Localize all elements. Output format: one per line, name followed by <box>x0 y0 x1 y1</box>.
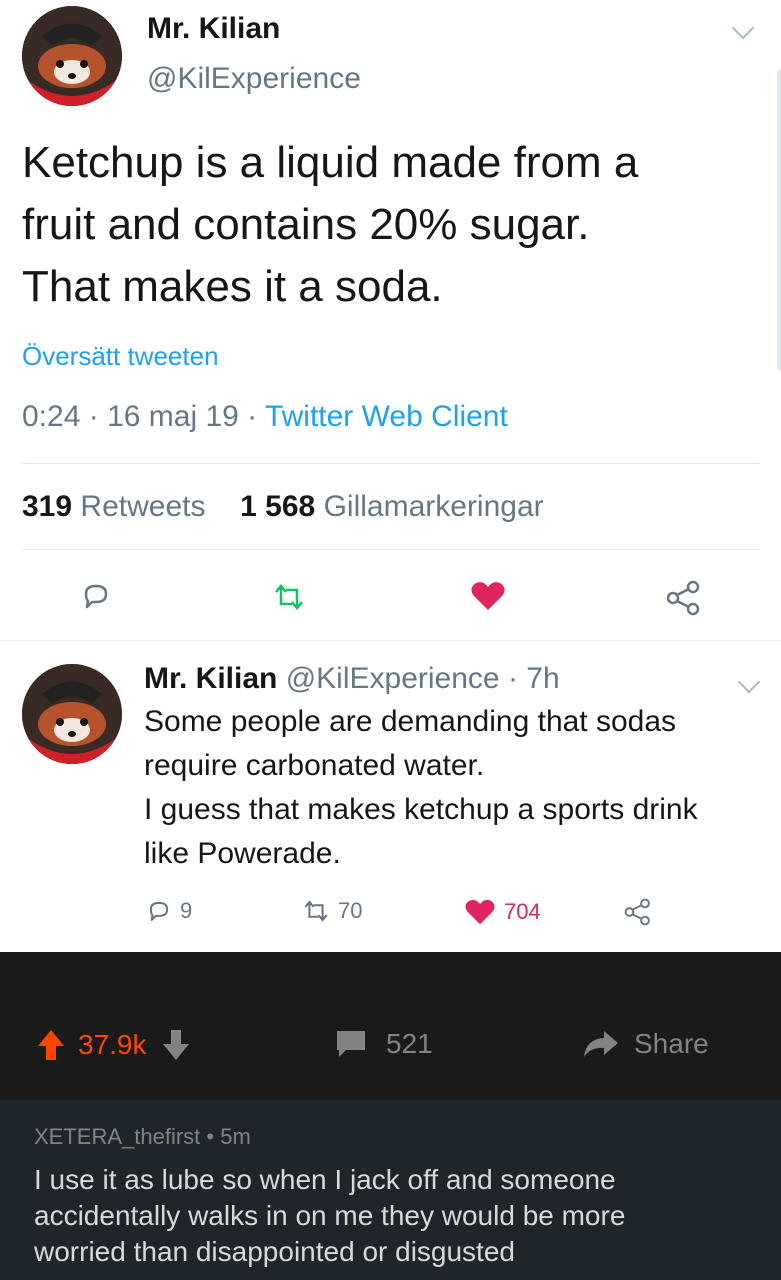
separator: · <box>247 400 265 433</box>
retweet-label[interactable]: Retweets <box>80 490 205 523</box>
reply-reply-button[interactable]: 9 <box>146 898 192 924</box>
divider <box>22 463 760 464</box>
tweet-client[interactable]: Twitter Web Client <box>265 400 508 433</box>
retweet-count[interactable]: 319 <box>22 490 72 523</box>
comments-button[interactable]: 521 <box>334 1028 433 1060</box>
reply-text-line: I guess that makes ketchup a sports drin… <box>144 793 698 826</box>
comment-count: 521 <box>386 1028 433 1059</box>
reply-age: · 7h <box>507 662 560 695</box>
share-button[interactable]: Share <box>582 1028 709 1060</box>
retweet-count: 70 <box>338 898 363 923</box>
tweet-text: Ketchup is a liquid made from a fruit an… <box>22 132 762 318</box>
comment-icon <box>337 1031 365 1057</box>
red-panda-avatar-icon <box>22 664 122 764</box>
comment-username[interactable]: XETERA_thefirst <box>34 1124 200 1149</box>
vote-control: 37.9k <box>36 1028 191 1062</box>
reply-text-line: require carbonated water. <box>144 749 485 782</box>
comment-age: 5m <box>220 1124 251 1149</box>
reply-text: Some people are demanding that sodas req… <box>144 700 774 876</box>
divider <box>22 549 760 550</box>
like-count[interactable]: 1 568 <box>240 490 315 523</box>
share-arrow-icon <box>584 1031 618 1057</box>
chevron-down-icon[interactable] <box>731 16 755 40</box>
tweet-text-line: fruit and contains 20% sugar. <box>22 200 590 249</box>
heart-icon <box>471 582 505 610</box>
reply-button[interactable] <box>80 580 112 612</box>
vote-score: 37.9k <box>78 1029 147 1060</box>
like-button[interactable] <box>470 580 506 612</box>
share-button[interactable] <box>666 580 702 616</box>
comment-body: I use it as lube so when I jack off and … <box>34 1162 754 1270</box>
reply-icon <box>149 901 169 921</box>
author-avatar[interactable] <box>22 6 122 106</box>
main-tweet: Mr. Kilian @KilExperience Ketchup is a l… <box>0 0 781 640</box>
tweet-text-line: That makes it a soda. <box>22 262 443 311</box>
upvote-icon[interactable] <box>36 1028 66 1062</box>
reply-header: Mr. Kilian @KilExperience · 7h <box>144 662 560 696</box>
red-panda-avatar-icon <box>22 6 122 106</box>
comment-line: I use it as lube so when I jack off and … <box>34 1164 616 1195</box>
share-label: Share <box>634 1028 709 1059</box>
comment-line: worried than disappointed or disgusted <box>34 1236 515 1267</box>
retweet-icon <box>275 584 303 610</box>
tweet-text-line: Ketchup is a liquid made from a <box>22 138 639 187</box>
reply-author-name[interactable]: Mr. Kilian <box>144 662 277 695</box>
translate-link[interactable]: Översätt tweeten <box>22 341 219 372</box>
retweet-icon <box>304 900 328 922</box>
like-label[interactable]: Gillamarkeringar <box>324 490 544 523</box>
tweet-stats: 319 Retweets 1 568 Gillamarkeringar <box>22 490 544 524</box>
author-name[interactable]: Mr. Kilian <box>147 12 280 46</box>
reply-author-handle[interactable]: @KilExperience <box>286 662 500 695</box>
heart-icon <box>465 899 495 925</box>
tweet-date: 16 maj 19 <box>107 400 239 433</box>
downvote-icon[interactable] <box>161 1028 191 1062</box>
reply-count: 9 <box>180 898 193 923</box>
tweet-meta: 0:24 · 16 maj 19 · Twitter Web Client <box>22 400 508 434</box>
retweet-button[interactable] <box>272 582 306 612</box>
scrollbar[interactable] <box>777 70 781 370</box>
tweet-time: 0:24 <box>22 400 81 433</box>
reply-icon <box>84 584 108 609</box>
reddit-action-bar <box>0 952 781 1100</box>
separator: • <box>206 1124 221 1149</box>
comment-header: XETERA_thefirst • 5m <box>34 1124 251 1150</box>
reply-author-avatar[interactable] <box>22 664 122 764</box>
like-count: 704 <box>504 899 541 924</box>
reply-text-line: Some people are demanding that sodas <box>144 705 677 738</box>
reply-share-button[interactable] <box>624 898 652 926</box>
comment-line: accidentally walks in on me they would b… <box>34 1200 626 1231</box>
reply-retweet-button[interactable]: 70 <box>302 898 362 924</box>
share-icon <box>624 898 650 926</box>
reply-text-line: like Powerade. <box>144 837 341 870</box>
author-handle[interactable]: @KilExperience <box>147 62 361 96</box>
separator: · <box>88 400 108 433</box>
reply-like-button[interactable]: 704 <box>464 898 541 926</box>
share-icon <box>666 580 700 616</box>
